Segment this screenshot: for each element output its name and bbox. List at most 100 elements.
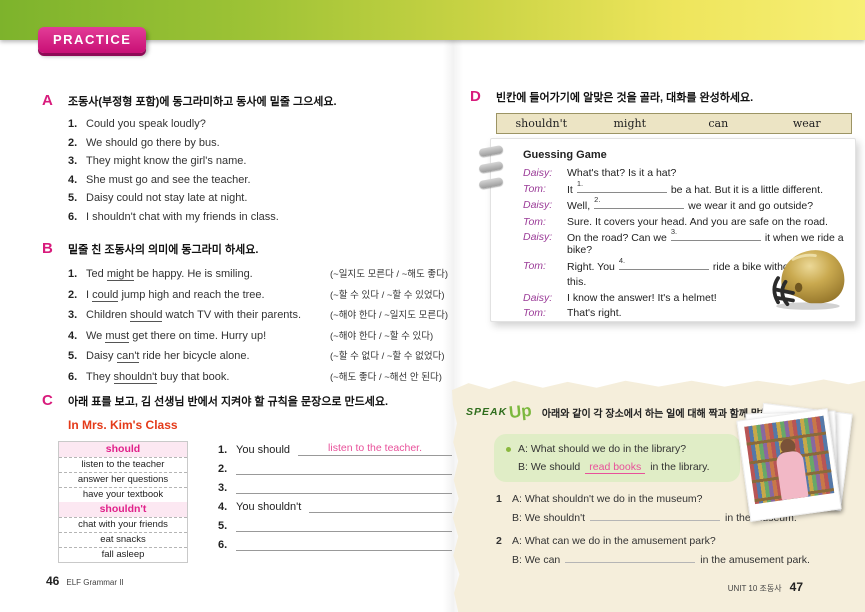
item-text: Could you speak loudly? xyxy=(86,118,206,130)
page-number: 47 xyxy=(790,580,803,594)
table-header-should: should xyxy=(59,442,187,457)
dialog-line: Daisy: What's that? Is it a hat? xyxy=(523,167,847,179)
item-number: 2. xyxy=(68,289,86,301)
answer-blank xyxy=(590,511,720,521)
table-cell: chat with your friends xyxy=(59,517,187,532)
left-page-footer: 46 ELF Grammar II xyxy=(46,574,124,588)
exercise-b-item: 3. Children should watch TV with their p… xyxy=(68,307,457,321)
answer-blank xyxy=(565,553,695,563)
section-c-letter: C xyxy=(42,392,68,409)
item-text: They might know the girl's name. xyxy=(86,155,246,167)
polaroid-photos xyxy=(739,404,859,524)
section-a-letter: A xyxy=(42,92,68,109)
fill-in-blank: 1. xyxy=(577,183,667,193)
exercise-a-item: 4.She must go and see the teacher. xyxy=(68,174,442,186)
answer-blank xyxy=(236,480,452,494)
meaning-options: (~일지도 모른다 / ~해도 좋다) xyxy=(330,266,448,280)
bookshelf-girl-photo xyxy=(744,416,834,504)
section-b-letter: B xyxy=(42,240,68,257)
answer-row: 6. xyxy=(218,536,452,551)
section-d-letter: D xyxy=(470,88,496,105)
meaning-options: (~해야 한다 / ~할 수 있다) xyxy=(330,328,433,342)
section-b-instruction: 밑줄 친 조동사의 의미에 동그라미 하세요. xyxy=(68,241,258,257)
example-answer-line: B: We shouldread booksin the library. xyxy=(518,461,728,473)
item-number: 1. xyxy=(68,118,86,130)
binder-clip-icon xyxy=(478,145,503,157)
section-b: B 밑줄 친 조동사의 의미에 동그라미 하세요. 1. Ted might b… xyxy=(42,240,457,389)
table-cell: eat snacks xyxy=(59,532,187,547)
item-number: 3. xyxy=(68,155,86,167)
item-text: Daisy could not stay late at night. xyxy=(86,192,247,204)
exercise-b-item: 1. Ted might be happy. He is smiling. (~… xyxy=(68,266,457,280)
section-a-instruction: 조동사(부정형 포함)에 동그라미하고 동사에 밑줄 그으세요. xyxy=(68,93,337,109)
polaroid-photo xyxy=(736,408,841,522)
underlined-modal: could xyxy=(92,289,118,302)
exercise-b-item: 2. I could jump high and reach the tree.… xyxy=(68,287,457,301)
item-sentence: They shouldn't buy that book. xyxy=(86,371,330,383)
table-cell: have your textbook xyxy=(59,487,187,502)
book-title: ELF Grammar II xyxy=(66,578,123,587)
section-c-instruction: 아래 표를 보고, 김 선생님 반에서 지켜야 할 규칙을 문장으로 만드세요. xyxy=(68,393,388,409)
word-bank-item: might xyxy=(586,117,675,130)
item-sentence: Children should watch TV with their pare… xyxy=(86,309,330,321)
answer-row: 2. xyxy=(218,460,452,475)
exercise-a-item: 2.We should go there by bus. xyxy=(68,137,442,149)
fill-in-blank: 4. xyxy=(619,260,709,270)
table-header-shouldnt: shouldn't xyxy=(59,502,187,517)
item-number: 3. xyxy=(68,309,86,321)
word-bank-item: wear xyxy=(763,117,852,130)
table-cell: fall asleep xyxy=(59,547,187,562)
item-sentence: We must get there on time. Hurry up! xyxy=(86,330,330,342)
underlined-modal: should xyxy=(130,309,162,322)
speak-up-logo-up: Up xyxy=(508,401,533,423)
exercise-a-item: 1.Could you speak loudly? xyxy=(68,118,442,130)
dialog-line: Tom: It1.be a hat. But it is a little di… xyxy=(523,183,847,196)
answer-row: 3. xyxy=(218,479,452,494)
meaning-options: (~해도 좋다 / ~해선 안 된다) xyxy=(330,369,442,383)
item-text: She must go and see the teacher. xyxy=(86,174,251,186)
exercise-a-item: 6.I shouldn't chat with my friends in cl… xyxy=(68,211,442,223)
dialog-title: Guessing Game xyxy=(523,149,847,161)
answer-row: 1. You should listen to the teacher. xyxy=(218,441,452,456)
underlined-modal: shouldn't xyxy=(114,371,158,384)
table-cell: answer her questions xyxy=(59,472,187,487)
word-bank-item: shouldn't xyxy=(497,117,586,130)
item-sentence: Ted might be happy. He is smiling. xyxy=(86,268,330,280)
item-number: 4. xyxy=(68,330,86,342)
example-box: A: What should we do in the library? B: … xyxy=(494,434,740,482)
meaning-options: (~할 수 없다 / ~할 수 없었다) xyxy=(330,348,445,362)
example-question: A: What should we do in the library? xyxy=(518,443,686,455)
practice-badge: PRACTICE xyxy=(38,27,146,53)
speak-up-logo: SPEAK xyxy=(466,406,507,418)
page-number: 46 xyxy=(46,574,59,588)
item-number: 5. xyxy=(68,350,86,362)
section-d-instruction: 빈칸에 들어가기에 알맞은 것을 골라, 대화를 완성하세요. xyxy=(496,89,753,105)
section-a: A 조동사(부정형 포함)에 동그라미하고 동사에 밑줄 그으세요. 1.Cou… xyxy=(42,92,442,229)
speak-up-panel: SPEAK Up 아래와 같이 각 장소에서 하는 일에 대해 짝과 함께 말해… xyxy=(452,376,865,612)
section-d: D 빈칸에 들어가기에 알맞은 것을 골라, 대화를 완성하세요. should… xyxy=(470,88,860,134)
dialog-line: Tom: Sure. It covers your head. And you … xyxy=(523,216,847,228)
answer-row: 5. xyxy=(218,517,452,532)
binder-clip-icon xyxy=(478,161,503,173)
item-text: I shouldn't chat with my friends in clas… xyxy=(86,211,279,223)
sentence-answers: 1. You should listen to the teacher. 2. … xyxy=(218,441,452,563)
answer-blank xyxy=(309,499,452,513)
underlined-modal: might xyxy=(107,268,134,281)
exercise-b-item: 4. We must get there on time. Hurry up! … xyxy=(68,328,457,342)
dialog-line: Daisy: Well,2.we wear it and go outside? xyxy=(523,199,847,212)
answer-blank: listen to the teacher. xyxy=(298,442,452,456)
fill-in-blank: 2. xyxy=(594,199,684,209)
meaning-options: (~해야 한다 / ~일지도 모른다) xyxy=(330,307,448,321)
exercise-a-item: 5.Daisy could not stay late at night. xyxy=(68,192,442,204)
exercise-b-item: 6. They shouldn't buy that book. (~해도 좋다… xyxy=(68,369,457,383)
right-page-footer: UNIT 10 조동사 47 xyxy=(728,580,803,594)
item-sentence: I could jump high and reach the tree. xyxy=(86,289,330,301)
dialog-card: Guessing Game Daisy: What's that? Is it … xyxy=(490,138,856,322)
workbook-spread: PRACTICE A 조동사(부정형 포함)에 동그라미하고 동사에 밑줄 그으… xyxy=(0,0,865,612)
example-answer: read books xyxy=(585,461,645,474)
item-number: 5. xyxy=(68,192,86,204)
item-number: 1. xyxy=(68,268,86,280)
answer-blank xyxy=(236,518,452,532)
item-number: 2. xyxy=(68,137,86,149)
item-text: We should go there by bus. xyxy=(86,137,220,149)
